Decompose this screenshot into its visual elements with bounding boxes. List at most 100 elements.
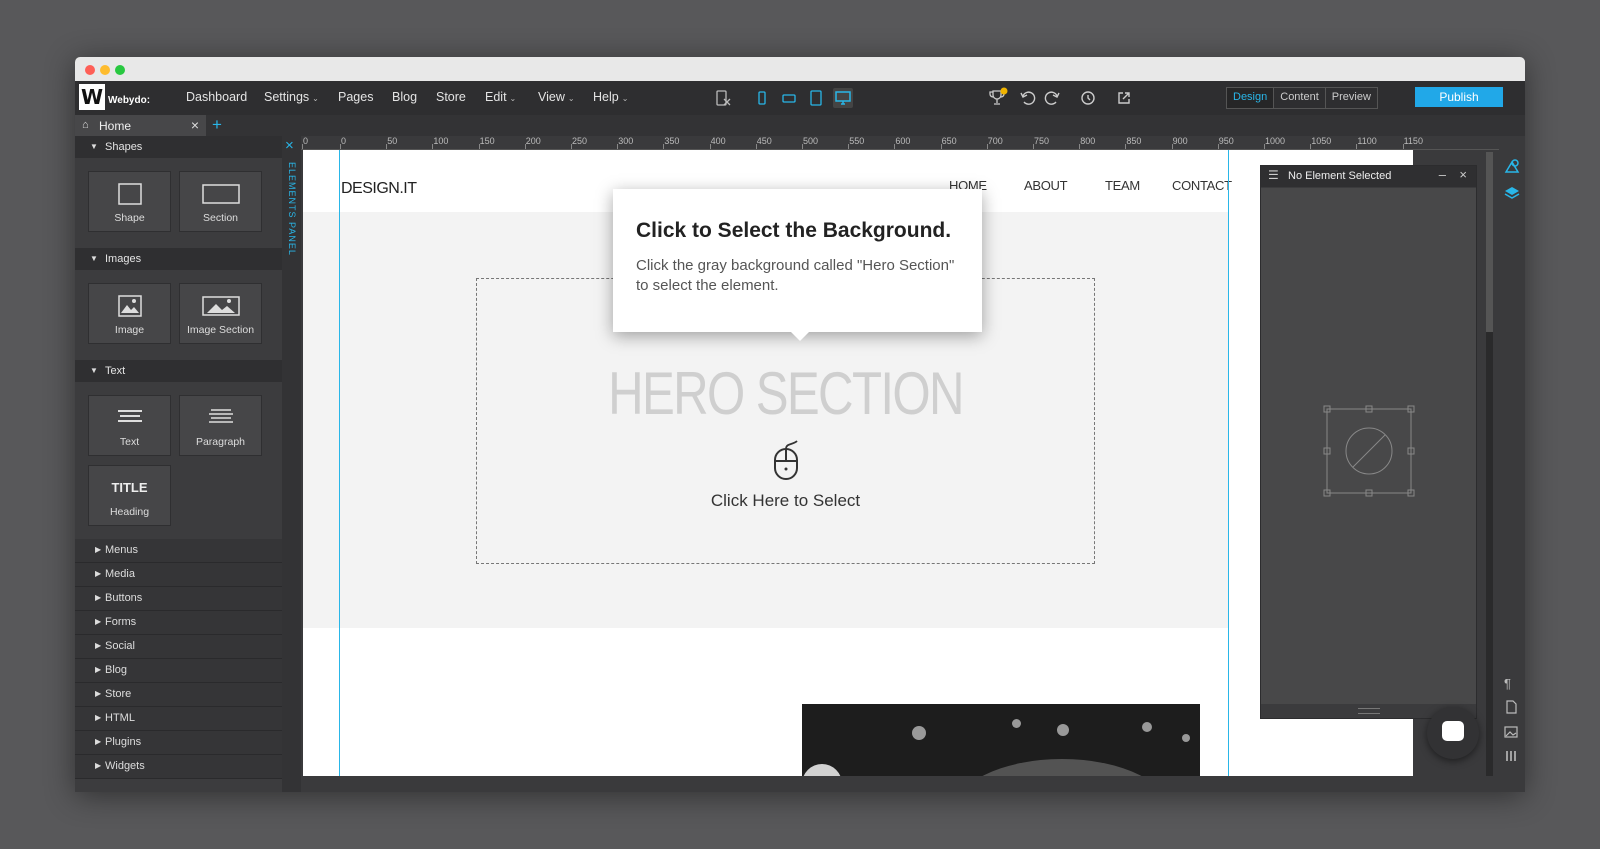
category-media[interactable]: ▶ Media — [75, 563, 282, 587]
canvas-scrollbar[interactable] — [1486, 152, 1493, 776]
element-text[interactable]: Text — [88, 395, 171, 456]
element-section[interactable]: Section — [179, 171, 262, 232]
menu-view[interactable]: View ⌄ — [538, 90, 575, 104]
category-widgets[interactable]: ▶ Widgets — [75, 755, 282, 779]
site-logo[interactable]: DESIGN.IT — [341, 180, 417, 198]
tooltip-body: Click the gray background called "Hero S… — [636, 257, 955, 294]
hide-mobile-icon[interactable] — [714, 89, 732, 110]
element-paragraph[interactable]: Paragraph — [179, 395, 262, 456]
menu-dashboard[interactable]: Dashboard — [186, 90, 247, 104]
ruler-label: 0 — [341, 136, 347, 146]
image-icon — [89, 294, 170, 321]
bokeh-image[interactable] — [802, 704, 1200, 776]
mode-content-button[interactable]: Content — [1274, 88, 1326, 108]
section-header-text[interactable]: ▼ Text — [75, 360, 282, 382]
chevron-down-icon: ⌄ — [312, 94, 319, 103]
menu-edit[interactable]: Edit ⌄ — [485, 90, 516, 104]
trophy-icon[interactable] — [987, 87, 1009, 112]
ruler-tick — [1125, 144, 1127, 149]
chat-support-button[interactable] — [1427, 707, 1479, 759]
category-html[interactable]: ▶ HTML — [75, 707, 282, 731]
publish-button[interactable]: Publish — [1415, 87, 1503, 107]
category-plugins[interactable]: ▶ Plugins — [75, 731, 282, 755]
minimize-window-button[interactable] — [100, 65, 110, 75]
category-menus[interactable]: ▶ Menus — [75, 539, 282, 563]
close-window-button[interactable] — [85, 65, 95, 75]
category-forms[interactable]: ▶ Forms — [75, 611, 282, 635]
menu-store[interactable]: Store — [436, 90, 466, 104]
external-link-icon[interactable] — [1115, 89, 1133, 110]
ruler-tick — [1310, 144, 1312, 149]
columns-icon[interactable] — [1504, 749, 1518, 766]
maximize-window-button[interactable] — [115, 65, 125, 75]
section-header-images[interactable]: ▼ Images — [75, 248, 282, 270]
section-header-shapes[interactable]: ▼ Shapes — [75, 136, 282, 158]
element-image[interactable]: Image — [88, 283, 171, 344]
category-buttons[interactable]: ▶ Buttons — [75, 587, 282, 611]
undo-icon[interactable] — [1019, 89, 1037, 110]
redo-icon[interactable] — [1043, 89, 1061, 110]
menu-pages[interactable]: Pages — [338, 90, 373, 104]
mobile-landscape-icon[interactable] — [779, 88, 799, 108]
tablet-icon[interactable] — [806, 88, 826, 108]
element-heading[interactable]: TITLE Heading — [88, 465, 171, 526]
page-icon[interactable] — [1504, 700, 1518, 717]
triangle-right-icon: ▶ — [95, 737, 102, 746]
ruler-tick — [524, 144, 526, 149]
design-tools-icon[interactable] — [1504, 158, 1520, 177]
title-glyph: TITLE — [111, 480, 148, 495]
layers-icon[interactable] — [1504, 184, 1520, 203]
close-icon[interactable]: × — [1459, 167, 1467, 182]
element-shape[interactable]: Shape — [88, 171, 171, 232]
site-nav-team[interactable]: TEAM — [1105, 178, 1140, 193]
properties-panel-header[interactable]: ☰ No Element Selected – × — [1261, 166, 1476, 187]
right-toolbar: ¶ — [1500, 152, 1525, 792]
mode-switcher: Design Content Preview — [1226, 87, 1378, 109]
triangle-down-icon: ▼ — [90, 142, 98, 151]
chevron-down-icon: ⌄ — [509, 94, 517, 103]
close-panel-icon[interactable]: × — [285, 137, 294, 154]
category-blog[interactable]: ▶ Blog — [75, 659, 282, 683]
no-selection-icon — [1323, 405, 1415, 497]
media-icon[interactable] — [1504, 725, 1518, 742]
site-nav-contact[interactable]: CONTACT — [1172, 178, 1232, 193]
mode-preview-button[interactable]: Preview — [1326, 88, 1377, 108]
properties-panel-body — [1261, 188, 1476, 704]
chat-icon — [1442, 721, 1464, 741]
ruler-tick — [478, 144, 480, 149]
text-lines-icon — [89, 406, 170, 429]
ruler-tick — [709, 144, 711, 149]
paragraph-icon[interactable]: ¶ — [1504, 676, 1511, 691]
menu-help[interactable]: Help ⌄ — [593, 90, 628, 104]
menu-blog[interactable]: Blog — [392, 90, 417, 104]
element-image-section[interactable]: Image Section — [179, 283, 262, 344]
tab-home[interactable]: ⌂ Home × — [75, 115, 206, 136]
menu-settings[interactable]: Settings ⌄ — [264, 90, 319, 104]
triangle-down-icon: ▼ — [90, 366, 98, 375]
ruler-label: 600 — [895, 136, 911, 146]
home-icon: ⌂ — [82, 119, 89, 131]
elements-panel-vertical-label[interactable]: ELEMENTS PANEL — [285, 162, 297, 256]
history-icon[interactable] — [1079, 89, 1097, 110]
add-tab-icon[interactable]: + — [212, 115, 222, 135]
sliders-icon: ☰ — [1268, 168, 1279, 182]
ruler-tick — [755, 144, 757, 149]
ruler-label: 1000 — [1265, 136, 1286, 146]
site-nav-about[interactable]: ABOUT — [1024, 178, 1068, 193]
scrollbar-thumb[interactable] — [1486, 152, 1493, 332]
ruler-label: 400 — [710, 136, 726, 146]
chevron-down-icon: ⌄ — [567, 94, 575, 103]
desktop-icon[interactable] — [833, 88, 853, 108]
hero-title: HERO SECTION — [608, 360, 964, 427]
guide-line-left — [339, 150, 340, 776]
resize-grip-icon[interactable] — [1358, 708, 1380, 714]
ruler-tick — [386, 144, 388, 149]
category-social[interactable]: ▶ Social — [75, 635, 282, 659]
minimize-icon[interactable]: – — [1439, 167, 1446, 182]
category-store[interactable]: ▶ Store — [75, 683, 282, 707]
horizontal-ruler: 0 0 50 100 150 200 250 300 350 400 450 500 550 600 650… — [301, 136, 1499, 150]
top-toolbar: W Webydo: Dashboard Settings ⌄ Pages Blog… — [75, 81, 1525, 116]
mode-design-button[interactable]: Design — [1227, 88, 1275, 108]
close-tab-icon[interactable]: × — [191, 117, 199, 133]
mobile-portrait-icon[interactable] — [752, 88, 772, 108]
